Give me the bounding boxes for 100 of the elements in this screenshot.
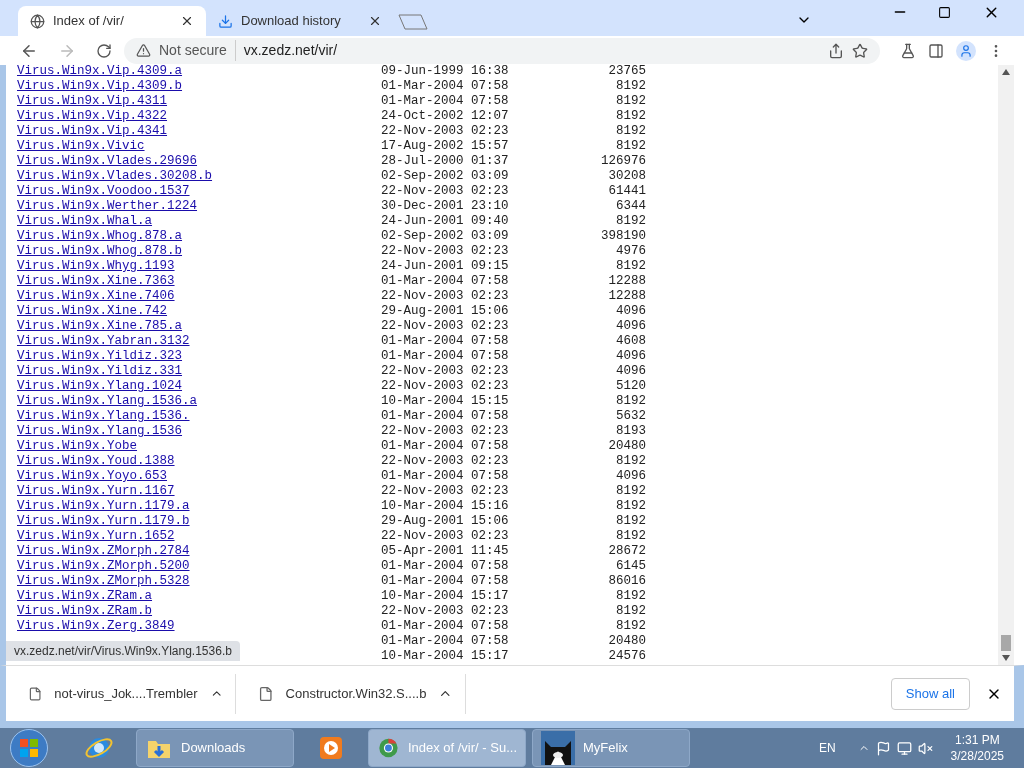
date-cell-text: 01-Mar-2004 07:58 xyxy=(381,94,510,109)
profile-avatar[interactable] xyxy=(956,40,976,61)
date-cell-text: 01-Mar-2004 07:58 xyxy=(381,574,510,589)
date-cell-text: 01-Mar-2004 07:58 xyxy=(381,634,510,649)
date-cell-text: 22-Nov-2003 02:23 xyxy=(381,379,510,394)
file-link[interactable]: Virus.Win9x.Vip.4309.a xyxy=(17,65,183,78)
date-cell-text: 17-Aug-2002 15:57 xyxy=(381,139,510,154)
size-cell-text: 4096 xyxy=(615,304,646,319)
file-link[interactable]: Virus.Win9x.ZRam.a xyxy=(17,589,153,603)
bookmark-icon[interactable] xyxy=(852,42,868,59)
clock[interactable]: 1:31 PM 3/28/2025 xyxy=(950,732,1004,764)
file-link[interactable]: Virus.Win9x.Ylang.1536 xyxy=(17,424,183,438)
browser-tab[interactable]: Index of /vir/ xyxy=(18,6,206,36)
network-icon[interactable] xyxy=(896,740,912,756)
tab-title: Index of /vir/ xyxy=(53,12,125,31)
size-cell-text: 30208 xyxy=(607,169,646,184)
date-cell-text: 01-Mar-2004 07:58 xyxy=(381,334,510,349)
media-player-icon[interactable] xyxy=(318,735,344,761)
start-button[interactable] xyxy=(10,729,48,767)
date-cell-text: 22-Nov-2003 02:23 xyxy=(381,529,510,544)
file-link[interactable]: Virus.Win9x.Werther.1224 xyxy=(17,199,198,213)
file-link[interactable]: Virus.Win9x.Yurn.1179.b xyxy=(17,514,190,528)
date-cell-text: 10-Mar-2004 15:16 xyxy=(381,499,510,514)
file-link[interactable]: Virus.Win9x.ZRam.b xyxy=(17,604,153,618)
file-link[interactable]: Virus.Win9x.Whog.878.a xyxy=(17,229,183,243)
file-link[interactable]: Virus.Win9x.Yildiz.323 xyxy=(17,349,183,363)
file-link[interactable]: Virus.Win9x.Voodoo.1537 xyxy=(17,184,190,198)
file-link[interactable]: Virus.Win9x.Yurn.1179.a xyxy=(17,499,190,513)
file-link[interactable]: Virus.Win9x.Vip.4311 xyxy=(17,94,168,108)
file-link[interactable]: Virus.Win9x.Whog.878.b xyxy=(17,244,183,258)
file-link[interactable]: Virus.Win9x.Yurn.1652 xyxy=(17,529,175,543)
date-cell-text: 29-Aug-2001 15:06 xyxy=(381,304,510,319)
file-link[interactable]: Virus.Win9x.Yabran.3132 xyxy=(17,334,190,348)
scrollbar[interactable] xyxy=(998,65,1014,665)
file-link[interactable]: Virus.Win9x.Zerg.3849 xyxy=(17,619,175,633)
file-link[interactable]: Virus.Win9x.Whal.a xyxy=(17,214,153,228)
address-bar[interactable]: Not secure vx.zedz.net/vir/ xyxy=(124,37,880,64)
date-cell-text: 01-Mar-2004 07:58 xyxy=(381,409,510,424)
size-cell-text: 4096 xyxy=(615,319,646,334)
file-link[interactable]: Virus.Win9x.Yoyo.653 xyxy=(17,469,168,483)
date-cell-text: 29-Aug-2001 15:06 xyxy=(381,514,510,529)
show-all-button[interactable]: Show all xyxy=(890,677,970,710)
size-cell-text: 8192 xyxy=(615,109,646,124)
date-cell-text: 22-Nov-2003 02:23 xyxy=(381,454,510,469)
close-icon[interactable] xyxy=(180,14,194,28)
scroll-down-icon[interactable] xyxy=(1002,655,1010,661)
file-link[interactable]: Virus.Win9x.Vlades.30208.b xyxy=(17,169,213,183)
size-cell-text: 8192 xyxy=(615,79,646,94)
share-icon[interactable] xyxy=(828,42,844,59)
date-cell-text: 22-Nov-2003 02:23 xyxy=(381,124,510,139)
file-link[interactable]: Virus.Win9x.ZMorph.2784 xyxy=(17,544,190,558)
side-panel-icon[interactable] xyxy=(928,42,944,59)
scroll-thumb[interactable] xyxy=(1001,635,1011,651)
file-link[interactable]: Virus.Win9x.Xine.742 xyxy=(17,304,168,318)
file-link[interactable]: Virus.Win9x.Ylang.1536. xyxy=(17,409,190,423)
file-link[interactable]: Virus.Win9x.Yurn.1167 xyxy=(17,484,175,498)
file-link[interactable]: Virus.Win9x.Vip.4341 xyxy=(17,124,168,138)
size-cell-text: 8192 xyxy=(615,214,646,229)
status-bubble: vx.zedz.net/vir/Virus.Win9x.Ylang.1536.b xyxy=(6,641,240,661)
size-cell-text: 20480 xyxy=(607,634,646,649)
download-item[interactable]: Constructor.Win32.S....b xyxy=(236,673,466,714)
file-link[interactable]: Virus.Win9x.Whyg.1193 xyxy=(17,259,175,273)
file-link[interactable]: Virus.Win9x.Yobe xyxy=(17,439,138,453)
download-item[interactable]: not-virus_Jok....Trembler xyxy=(6,673,236,714)
size-cell-text: 8192 xyxy=(615,589,646,604)
file-link[interactable]: Virus.Win9x.Xine.7406 xyxy=(17,289,175,303)
globe-icon xyxy=(30,13,45,29)
size-cell-text: 4096 xyxy=(615,469,646,484)
file-link[interactable]: Virus.Win9x.Vlades.29696 xyxy=(17,154,198,168)
size-cell-text: 8192 xyxy=(615,454,646,469)
date-cell-text: 01-Mar-2004 07:58 xyxy=(381,79,510,94)
file-link[interactable]: Virus.Win9x.ZMorph.5328 xyxy=(17,574,190,588)
maximize-icon[interactable] xyxy=(938,6,951,19)
date-cell-text: 28-Jul-2000 01:37 xyxy=(381,154,510,169)
language-indicator[interactable]: EN xyxy=(818,739,836,757)
size-cell-text: 4096 xyxy=(615,364,646,379)
size-cell-text: 12288 xyxy=(607,289,646,304)
close-icon[interactable] xyxy=(368,14,382,28)
file-link[interactable]: Virus.Win9x.Youd.1388 xyxy=(17,454,175,468)
file-link[interactable]: Virus.Win9x.Xine.7363 xyxy=(17,274,175,288)
date-cell-text: 02-Sep-2002 03:09 xyxy=(381,169,510,184)
size-cell-text: 8192 xyxy=(615,619,646,634)
file-link[interactable]: Virus.Win9x.Ylang.1024 xyxy=(17,379,183,393)
flag-icon[interactable] xyxy=(875,740,891,756)
date-cell-text: 01-Mar-2004 07:58 xyxy=(381,559,510,574)
file-link[interactable]: Virus.Win9x.Xine.785.a xyxy=(17,319,183,333)
date-cell-text: 22-Nov-2003 02:23 xyxy=(381,289,510,304)
date-cell-text: 22-Nov-2003 02:23 xyxy=(381,604,510,619)
flask-icon[interactable] xyxy=(900,42,916,59)
muted-speaker-icon[interactable] xyxy=(917,740,933,756)
file-link[interactable]: Virus.Win9x.ZMorph.5200 xyxy=(17,559,190,573)
file-link[interactable]: Virus.Win9x.Vip.4322 xyxy=(17,109,168,123)
file-link[interactable]: Virus.Win9x.Vivic xyxy=(17,139,145,153)
date-cell-text: 09-Jun-1999 16:38 xyxy=(381,65,510,79)
reload-icon[interactable] xyxy=(96,42,112,59)
file-link[interactable]: Virus.Win9x.Yildiz.331 xyxy=(17,364,183,378)
new-tab-icon[interactable] xyxy=(398,14,428,30)
file-link[interactable]: Virus.Win9x.Ylang.1536.a xyxy=(17,394,198,408)
scroll-up-icon[interactable] xyxy=(1002,69,1010,75)
file-link[interactable]: Virus.Win9x.Vip.4309.b xyxy=(17,79,183,93)
